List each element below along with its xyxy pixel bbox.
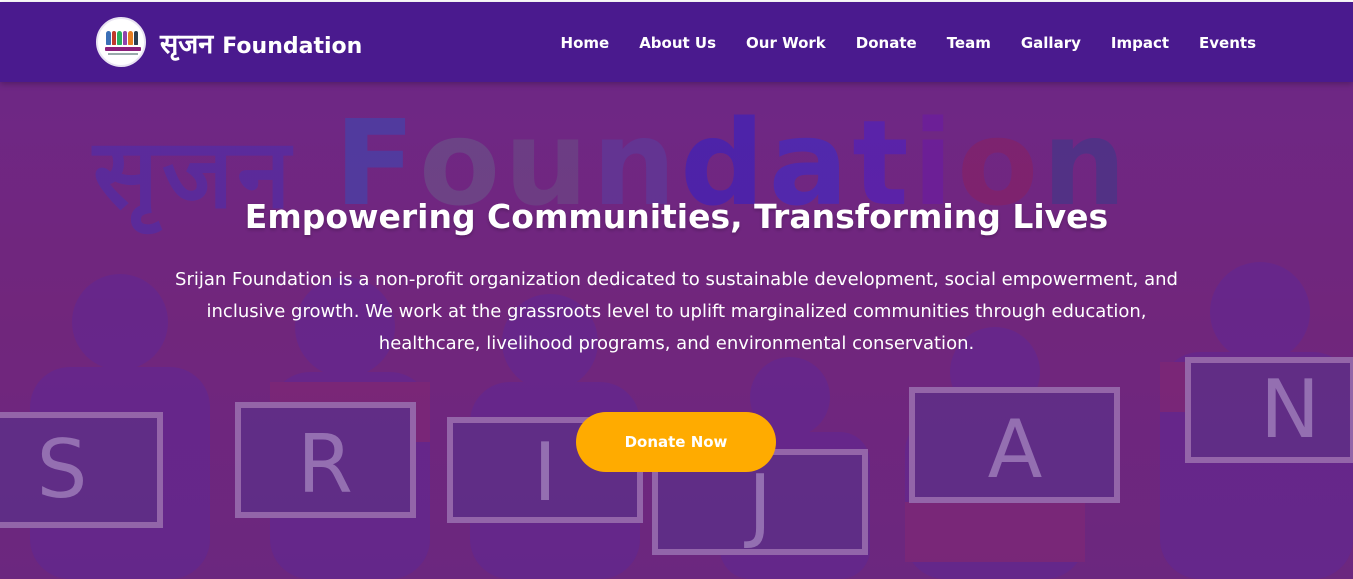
donate-now-button[interactable]: Donate Now: [576, 412, 776, 472]
logo-people-graphic: [106, 31, 138, 45]
nav-item-donate[interactable]: Donate: [856, 34, 917, 52]
brand-name-english: Foundation: [222, 33, 363, 59]
navbar: सृजन Foundation Home About Us Our Work D…: [0, 2, 1353, 82]
main-nav: Home About Us Our Work Donate Team Galla…: [561, 34, 1256, 52]
hero-title: Empowering Communities, Transforming Liv…: [244, 197, 1109, 236]
nav-item-home[interactable]: Home: [561, 34, 610, 52]
nav-item-gallary[interactable]: Gallary: [1021, 34, 1081, 52]
hero-section: S R I J A N सृजन Foundation Empowering C…: [0, 82, 1353, 579]
brand[interactable]: सृजन Foundation: [96, 17, 362, 67]
nav-item-about-us[interactable]: About Us: [639, 34, 716, 52]
nav-item-impact[interactable]: Impact: [1111, 34, 1169, 52]
hero-description: Srijan Foundation is a non-profit organi…: [175, 269, 1178, 354]
brand-name: सृजन Foundation: [160, 24, 362, 61]
nav-item-events[interactable]: Events: [1199, 34, 1256, 52]
foundation-logo: [96, 17, 146, 67]
page: सृजन Foundation Home About Us Our Work D…: [0, 0, 1353, 579]
nav-item-our-work[interactable]: Our Work: [746, 34, 826, 52]
logo-tagline: [108, 53, 138, 55]
nav-item-team[interactable]: Team: [947, 34, 991, 52]
logo-banner: [105, 47, 141, 51]
brand-name-hindi: सृजन: [160, 28, 214, 60]
